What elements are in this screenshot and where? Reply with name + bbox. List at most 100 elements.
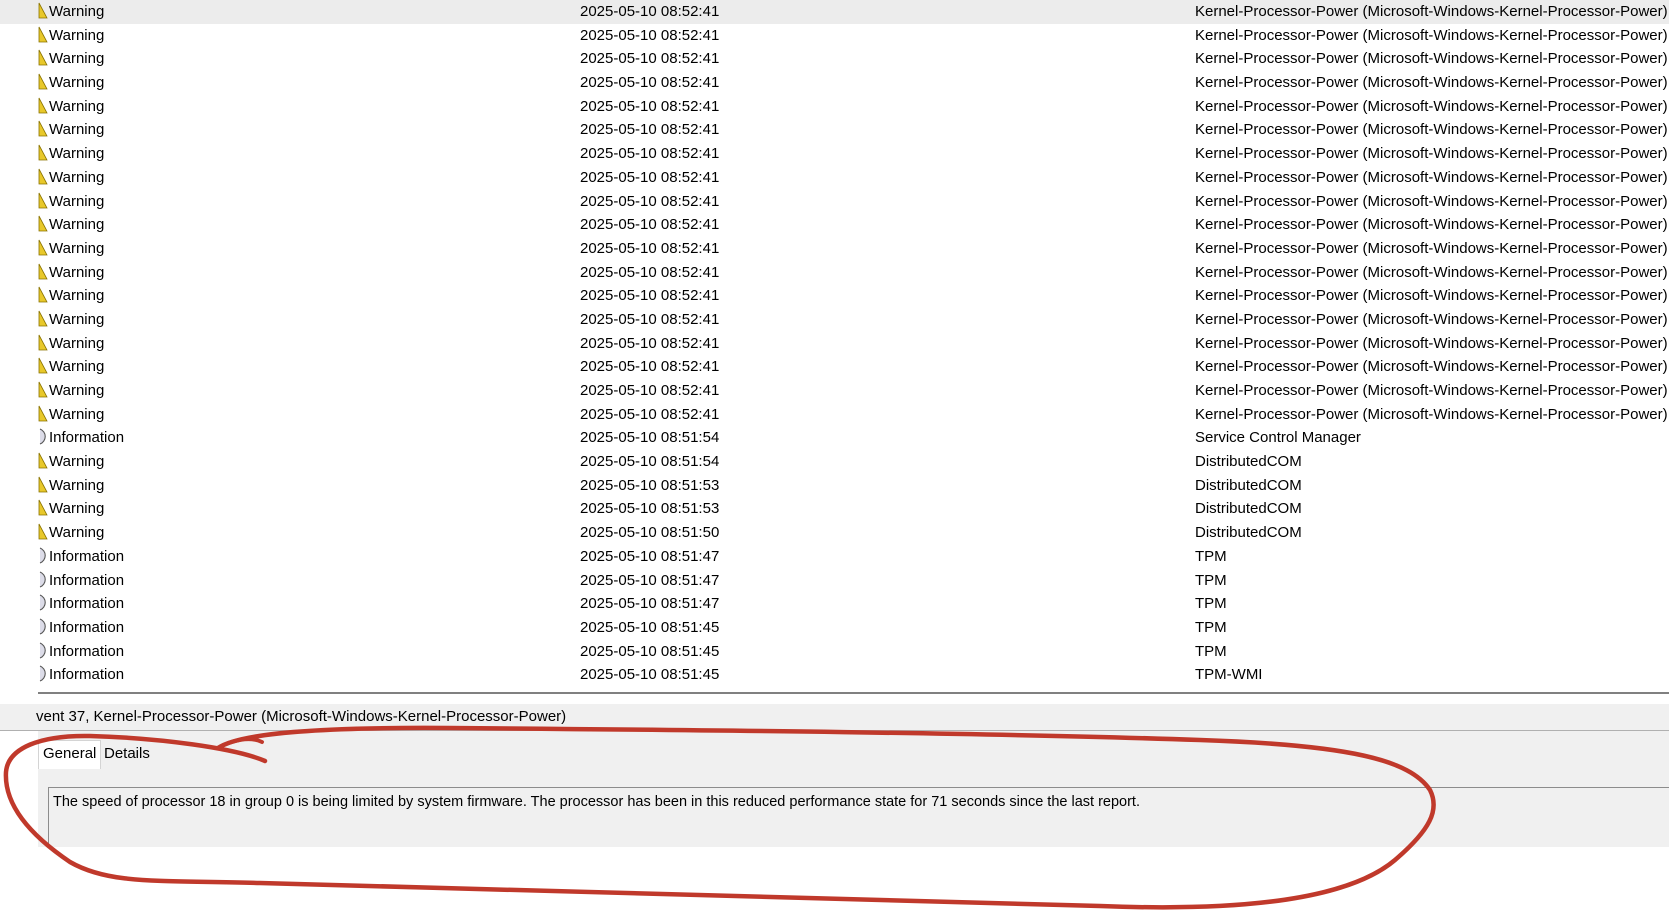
event-row[interactable]: Warning 2025-05-10 08:52:41 Kernel-Process… <box>0 142 1669 166</box>
event-detail-pane: General Details The speed of processor 1… <box>38 731 1669 847</box>
event-row[interactable]: Warning 2025-05-10 08:52:41 Kernel-Process… <box>0 166 1669 190</box>
event-level-cell: Information <box>38 663 538 687</box>
event-level-cell: Warning <box>38 308 538 332</box>
event-row[interactable]: Information 2025-05-10 08:51:47 TPM <box>0 592 1669 616</box>
event-message[interactable]: The speed of processor 18 in group 0 is … <box>48 787 1669 845</box>
event-row[interactable]: Warning 2025-05-10 08:52:41 Kernel-Process… <box>0 261 1669 285</box>
event-level-cell: Information <box>38 592 538 616</box>
event-list: Warning 2025-05-10 08:52:41 Kernel-Process… <box>0 0 1669 694</box>
warning-icon <box>38 309 48 327</box>
event-row[interactable]: Warning 2025-05-10 08:52:41 Kernel-Process… <box>0 71 1669 95</box>
event-level-cell: Warning <box>38 190 538 214</box>
event-row[interactable]: Warning 2025-05-10 08:52:41 Kernel-Process… <box>0 355 1669 379</box>
event-row[interactable]: Warning 2025-05-10 08:52:41 Kernel-Process… <box>0 332 1669 356</box>
event-row[interactable]: Information 2025-05-10 08:51:45 TPM-WMI <box>0 663 1669 687</box>
event-row[interactable]: Warning 2025-05-10 08:52:41 Kernel-Process… <box>0 379 1669 403</box>
warning-icon <box>38 143 48 161</box>
information-icon <box>38 664 48 682</box>
warning-icon <box>38 262 48 280</box>
event-date-cell: 2025-05-10 08:52:41 <box>580 97 720 115</box>
event-source-cell: DistributedCOM <box>1195 476 1302 494</box>
event-source-cell: TPM-WMI <box>1195 666 1263 684</box>
event-date-cell: 2025-05-10 08:52:41 <box>580 263 720 281</box>
list-divider[interactable] <box>38 692 1669 694</box>
event-date-cell: 2025-05-10 08:52:41 <box>580 26 720 44</box>
event-date-cell: 2025-05-10 08:51:47 <box>580 547 720 565</box>
event-source-cell: Kernel-Processor-Power (Microsoft-Window… <box>1195 239 1668 257</box>
event-level-cell: Warning <box>38 237 538 261</box>
event-level-cell: Warning <box>38 213 538 237</box>
event-source-cell: Kernel-Processor-Power (Microsoft-Window… <box>1195 405 1668 423</box>
event-source-cell: Service Control Manager <box>1195 429 1361 447</box>
event-date-cell: 2025-05-10 08:52:41 <box>580 334 720 352</box>
event-row[interactable]: Warning 2025-05-10 08:52:41 Kernel-Process… <box>0 213 1669 237</box>
warning-icon <box>38 191 48 209</box>
event-level-label: Information <box>49 571 125 589</box>
event-level-cell: Warning <box>38 71 538 95</box>
event-row[interactable]: Information 2025-05-10 08:51:45 TPM <box>0 640 1669 664</box>
warning-icon <box>38 404 48 422</box>
event-level-label: Warning <box>49 97 105 115</box>
event-row[interactable]: Warning 2025-05-10 08:51:53 DistributedCOM <box>0 474 1669 498</box>
event-source-cell: Kernel-Processor-Power (Microsoft-Window… <box>1195 287 1668 305</box>
event-row[interactable]: Information 2025-05-10 08:51:47 TPM <box>0 569 1669 593</box>
event-source-cell: Kernel-Processor-Power (Microsoft-Window… <box>1195 358 1668 376</box>
warning-icon <box>38 380 48 398</box>
event-level-cell: Warning <box>38 0 538 24</box>
event-date-cell: 2025-05-10 08:52:41 <box>580 358 720 376</box>
tab-details[interactable]: Details <box>100 741 154 767</box>
event-level-cell: Warning <box>38 403 538 427</box>
event-row[interactable]: Warning 2025-05-10 08:52:41 Kernel-Process… <box>0 118 1669 142</box>
event-row[interactable]: Warning 2025-05-10 08:52:41 Kernel-Process… <box>0 190 1669 214</box>
event-level-label: Information <box>49 642 125 660</box>
event-source-cell: TPM <box>1195 618 1227 636</box>
event-row[interactable]: Warning 2025-05-10 08:52:41 Kernel-Process… <box>0 237 1669 261</box>
event-level-cell: Warning <box>38 521 538 545</box>
event-level-cell: Warning <box>38 497 538 521</box>
event-row[interactable]: Information 2025-05-10 08:51:47 TPM <box>0 545 1669 569</box>
event-row[interactable]: Warning 2025-05-10 08:52:41 Kernel-Process… <box>0 308 1669 332</box>
event-row[interactable]: Warning 2025-05-10 08:52:41 Kernel-Process… <box>0 95 1669 119</box>
warning-icon <box>38 25 48 43</box>
event-row[interactable]: Warning 2025-05-10 08:51:53 DistributedCOM <box>0 497 1669 521</box>
event-source-cell: Kernel-Processor-Power (Microsoft-Window… <box>1195 334 1668 352</box>
event-date-cell: 2025-05-10 08:52:41 <box>580 287 720 305</box>
event-source-cell: Kernel-Processor-Power (Microsoft-Window… <box>1195 74 1668 92</box>
event-level-cell: Warning <box>38 24 538 48</box>
event-source-cell: Kernel-Processor-Power (Microsoft-Window… <box>1195 263 1668 281</box>
tab-general[interactable]: General <box>38 740 102 769</box>
event-date-cell: 2025-05-10 08:51:45 <box>580 618 720 636</box>
warning-icon <box>38 48 48 66</box>
event-detail-header: vent 37, Kernel-Processor-Power (Microso… <box>0 704 1669 731</box>
event-level-label: Information <box>49 547 125 565</box>
event-row[interactable]: Information 2025-05-10 08:51:54 Service Co… <box>0 426 1669 450</box>
event-row[interactable]: Warning 2025-05-10 08:52:41 Kernel-Process… <box>0 47 1669 71</box>
event-level-cell: Warning <box>38 118 538 142</box>
event-source-cell: Kernel-Processor-Power (Microsoft-Window… <box>1195 50 1668 68</box>
event-source-cell: Kernel-Processor-Power (Microsoft-Window… <box>1195 145 1668 163</box>
event-date-cell: 2025-05-10 08:52:41 <box>580 239 720 257</box>
warning-icon <box>38 167 48 185</box>
event-date-cell: 2025-05-10 08:51:47 <box>580 595 720 613</box>
event-row[interactable]: Warning 2025-05-10 08:52:41 Kernel-Process… <box>0 24 1669 48</box>
information-icon <box>38 617 48 635</box>
event-row[interactable]: Warning 2025-05-10 08:51:50 DistributedCOM <box>0 521 1669 545</box>
event-source-cell: Kernel-Processor-Power (Microsoft-Window… <box>1195 310 1668 328</box>
event-date-cell: 2025-05-10 08:52:41 <box>580 405 720 423</box>
event-date-cell: 2025-05-10 08:52:41 <box>580 74 720 92</box>
event-level-label: Warning <box>49 405 105 423</box>
event-date-cell: 2025-05-10 08:51:45 <box>580 666 720 684</box>
event-level-cell: Warning <box>38 379 538 403</box>
event-level-cell: Warning <box>38 47 538 71</box>
event-row[interactable]: Warning 2025-05-10 08:52:41 Kernel-Process… <box>0 284 1669 308</box>
event-level-label: Warning <box>49 74 105 92</box>
event-source-cell: Kernel-Processor-Power (Microsoft-Window… <box>1195 121 1668 139</box>
event-date-cell: 2025-05-10 08:52:41 <box>580 216 720 234</box>
event-row[interactable]: Warning 2025-05-10 08:52:41 Kernel-Process… <box>0 0 1669 24</box>
event-row[interactable]: Information 2025-05-10 08:51:45 TPM <box>0 616 1669 640</box>
event-date-cell: 2025-05-10 08:51:53 <box>580 476 720 494</box>
information-icon <box>38 641 48 659</box>
event-row[interactable]: Warning 2025-05-10 08:52:41 Kernel-Process… <box>0 403 1669 427</box>
event-level-cell: Warning <box>38 355 538 379</box>
event-row[interactable]: Warning 2025-05-10 08:51:54 DistributedCOM <box>0 450 1669 474</box>
